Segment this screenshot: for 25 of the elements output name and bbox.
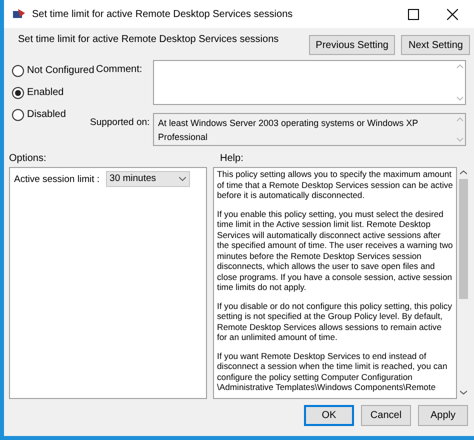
dialog-button[interactable]: OK xyxy=(304,405,354,426)
supported-on-label: Supported on: xyxy=(90,116,151,130)
radio-option[interactable]: Disabled xyxy=(12,107,90,122)
session-limit-label: Active session limit : xyxy=(14,173,100,187)
chevron-down-icon xyxy=(178,177,186,181)
navigation-button[interactable]: Previous Setting xyxy=(308,35,396,55)
policy-icon xyxy=(12,8,26,20)
help-label: Help: xyxy=(220,152,244,166)
dialog-button[interactable]: Apply xyxy=(418,405,468,426)
session-limit-dropdown[interactable]: 30 minutes xyxy=(106,171,190,187)
dialog-button[interactable]: Cancel xyxy=(361,405,411,426)
comment-field[interactable] xyxy=(153,60,466,105)
help-paragraph: If you enable this policy setting, you must select the desired time limit in the Active session limit list. Remote Desktop Services will automatically disconnect active sessions after the specified amount of time. The user receives a warning two minutes before the Remote Desktop Services session disconnects, which allows the user to save open files and close programs. If you have a console session, active session time limits do not apply. xyxy=(217,208,453,292)
help-paragraph: If you want Remote Desktop Services to end instead of disconnect a session when the time limit is reached, you can configure the policy setting Computer Configuration \Administrative Templates\Windows Components\Remote xyxy=(217,350,448,392)
help-paragraph: If you disable or do not configure this policy setting, this policy setting is not specified at the Group Policy level. By default, Remote Desktop Services allows sessions to remain active for an unlimited amount of time. xyxy=(217,300,453,342)
close-icon[interactable] xyxy=(447,8,458,20)
window-title: Set time limit for active Remote Desktop Services sessions xyxy=(32,8,293,22)
options-label: Options: xyxy=(9,152,48,166)
help-paragraph: This policy setting allows you to specify the maximum amount of time that a Remote Desktop Services session can be active before it is automatically disconnected. xyxy=(217,169,453,200)
navigation-button[interactable]: Next Setting xyxy=(401,35,470,55)
maximize-icon[interactable] xyxy=(408,8,419,20)
radio-option[interactable]: Enabled xyxy=(12,85,90,100)
policy-title: Set time limit for active Remote Desktop Services sessions xyxy=(18,33,279,47)
scroll-thumb[interactable] xyxy=(458,179,468,299)
supported-on-box: At least Windows Server 2003 operating systems or Windows XP Professional xyxy=(153,113,466,146)
